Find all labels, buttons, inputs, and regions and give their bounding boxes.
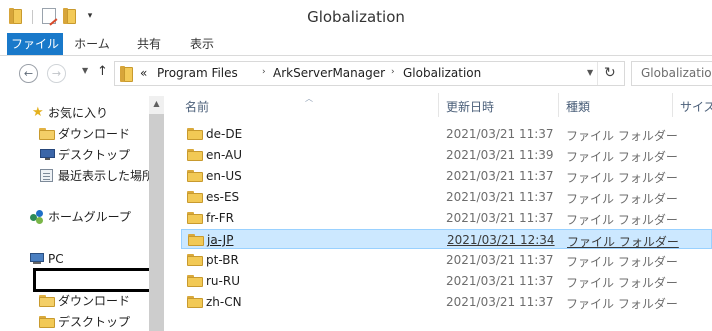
navigation-pane: ★ お気に入り ダウンロード デスクトップ 最近表示した場所 ホームグループ P… [0,93,164,331]
folder-icon [187,191,203,203]
file-type: ファイル フォルダー [566,171,678,185]
file-type: ファイル フォルダー [566,255,678,269]
file-type: ファイル フォルダー [566,276,678,290]
folder-icon [187,296,203,308]
search-box[interactable]: Globalization [631,61,712,86]
back-button[interactable]: ← [19,64,38,83]
breadcrumb-arkservermanager[interactable]: ArkServerManager [273,66,385,80]
desktop-icon [40,149,55,160]
tab-share[interactable]: 共有 [125,33,173,55]
file-type: ファイル フォルダー [566,213,678,227]
refresh-icon[interactable]: ↻ [604,65,616,81]
tab-view[interactable]: 表示 [178,33,226,55]
file-name: en-AU [206,148,243,162]
file-type: ファイル フォルダー [566,297,678,311]
desktop-folder-icon [39,316,55,328]
file-type: ファイル フォルダー [566,150,678,164]
downloads-folder-icon [39,128,55,140]
column-divider[interactable] [438,93,439,117]
breadcrumb-globalization[interactable]: Globalization [403,66,481,80]
recent-locations-dropdown[interactable]: ▼ [82,66,88,75]
nav-item-label: お気に入り [48,106,109,120]
folder-icon [187,128,203,140]
file-date: 2021/03/21 11:37 [446,274,554,288]
address-divider [597,62,598,85]
file-row[interactable]: en-US 2021/03/21 11:37 ファイル フォルダー [181,166,712,186]
file-date: 2021/03/21 11:37 [446,211,554,225]
file-row[interactable]: de-DE 2021/03/21 11:37 ファイル フォルダー [181,124,712,144]
redacted-item [33,268,152,292]
breadcrumb-separator-icon[interactable]: › [262,67,266,77]
column-divider[interactable] [672,93,673,117]
column-header-type[interactable]: 種類 [566,98,590,115]
nav-item-label: ダウンロード [58,127,131,141]
pc-icon [30,253,44,265]
file-name: en-US [206,169,242,183]
file-row[interactable]: fr-FR 2021/03/21 11:37 ファイル フォルダー [181,208,712,228]
file-name: ru-RU [206,274,240,288]
file-name: de-DE [206,127,243,141]
up-button[interactable]: ↑ [97,64,108,79]
file-name: es-ES [206,190,240,204]
ribbon-tab-bar: ファイル ホーム 共有 表示 [0,33,712,56]
file-row[interactable]: en-AU 2021/03/21 11:39 ファイル フォルダー [181,145,712,165]
breadcrumb-separator-icon[interactable]: › [391,67,395,77]
file-row[interactable]: ru-RU 2021/03/21 11:37 ファイル フォルダー [181,271,712,291]
column-divider[interactable] [558,93,559,117]
nav-item-label: 最近表示した場所 [58,169,155,183]
nav-item-label: PC [48,252,64,266]
file-date: 2021/03/21 11:37 [446,169,554,183]
recent-places-icon [40,169,53,182]
scroll-up-arrow-icon[interactable]: ▲ [149,96,164,112]
breadcrumb-overflow[interactable]: « [140,66,147,80]
file-name: pt-BR [206,253,239,267]
homegroup-icon [30,210,44,224]
file-row[interactable]: zh-CN 2021/03/21 11:37 ファイル フォルダー [181,292,712,312]
file-date: 2021/03/21 11:39 [446,148,554,162]
title-bar: ▾ Globalization [0,0,712,33]
nav-item-label: デスクトップ [58,315,131,329]
folder-icon [187,275,203,287]
folder-icon [187,170,203,182]
file-row[interactable]: es-ES 2021/03/21 11:37 ファイル フォルダー [181,187,712,207]
file-row-selected[interactable]: ja-JP 2021/03/21 12:34 ファイル フォルダー [181,229,712,249]
folder-icon [187,212,203,224]
file-date: 2021/03/21 12:34 [447,233,555,247]
column-header-row: 名前 更新日時 種類 サイズ [164,93,712,117]
column-header-size[interactable]: サイズ [680,98,712,115]
folder-icon [187,149,203,161]
file-type: ファイル フォルダー [566,129,678,143]
forward-button[interactable]: → [47,64,66,83]
file-date: 2021/03/21 11:37 [446,190,554,204]
downloads-folder-icon [39,295,55,307]
tab-file[interactable]: ファイル [7,33,63,55]
file-type: ファイル フォルダー [567,235,679,249]
file-row[interactable]: pt-BR 2021/03/21 11:37 ファイル フォルダー [181,250,712,270]
nav-item-label: デスクトップ [58,148,131,162]
breadcrumb-program-files[interactable]: Program Files [157,66,238,80]
file-date: 2021/03/21 11:37 [446,127,554,141]
folder-icon [187,254,203,266]
nav-item-label: ホームグループ [48,210,131,224]
column-header-date[interactable]: 更新日時 [446,98,494,115]
nav-item-label: ダウンロード [58,294,131,308]
file-name: fr-FR [206,211,234,225]
address-history-dropdown[interactable]: ▼ [587,68,593,77]
column-header-name[interactable]: 名前 [185,98,209,115]
file-date: 2021/03/21 11:37 [446,295,554,309]
tab-home[interactable]: ホーム [66,33,118,55]
nav-pane-scrollbar-thumb[interactable] [149,114,164,331]
address-bar[interactable]: « Program Files › ArkServerManager › Glo… [114,61,625,86]
window-title: Globalization [307,8,405,26]
file-name: zh-CN [206,295,242,309]
file-name: ja-JP [207,233,234,247]
folder-icon [188,234,204,246]
search-placeholder: Globalization [641,66,712,80]
file-date: 2021/03/21 11:37 [446,253,554,267]
file-type: ファイル フォルダー [566,192,678,206]
address-folder-icon [120,66,133,82]
star-icon: ★ [32,105,44,120]
